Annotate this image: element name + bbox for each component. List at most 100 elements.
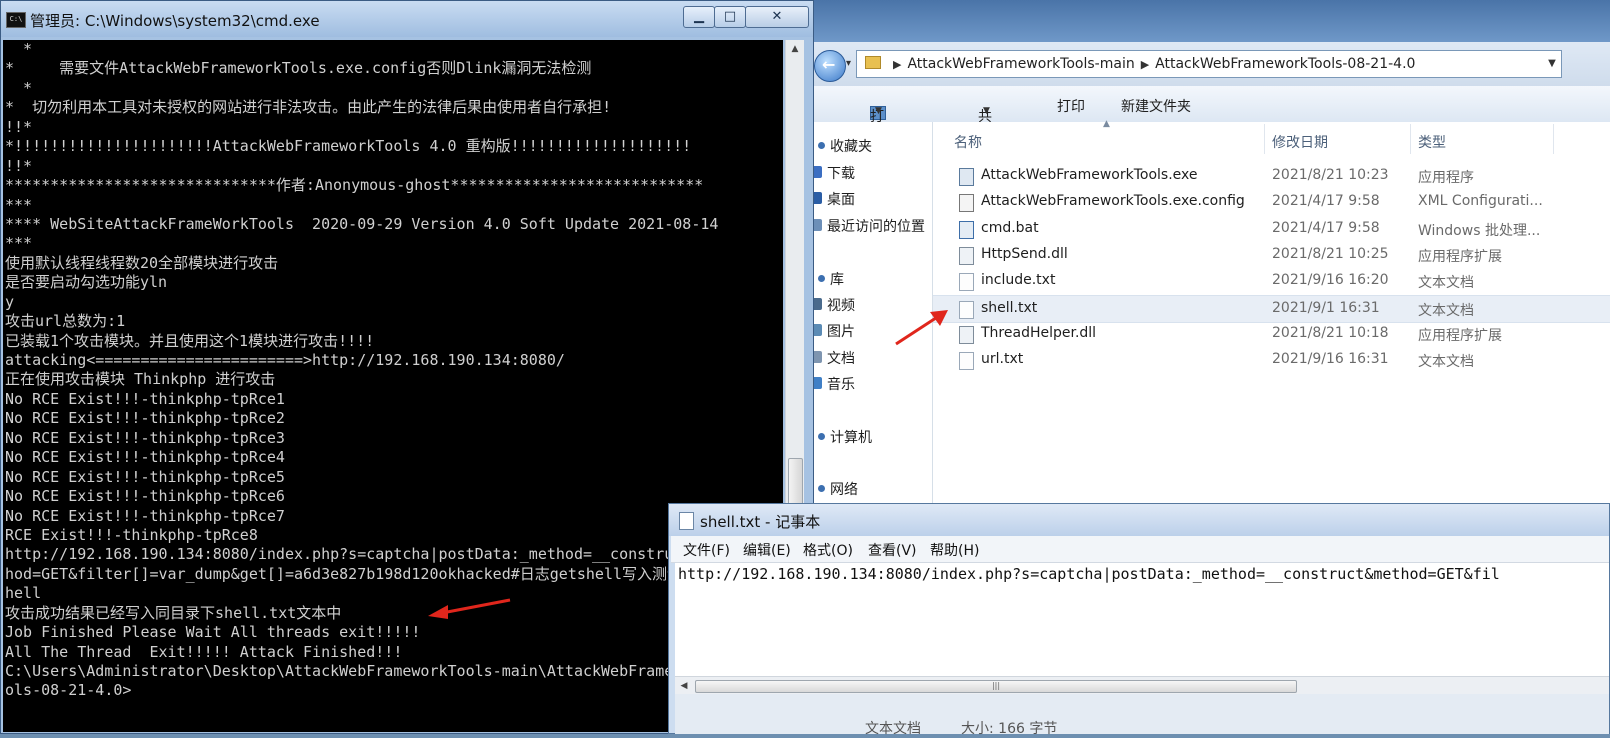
explorer-title-bar <box>812 0 1610 42</box>
column-divider[interactable] <box>1553 124 1554 154</box>
file-row[interactable]: ThreadHelper.dll 2021/8/21 10:18 应用程序扩展 <box>933 321 1610 347</box>
file-row[interactable]: HttpSend.dll 2021/8/21 10:25 应用程序扩展 <box>933 242 1610 268</box>
console-line: ols-08-21-4.0> <box>5 681 132 700</box>
txt-file-icon <box>959 352 974 371</box>
file-row[interactable]: AttackWebFrameworkTools.exe.config 2021/4… <box>933 189 1610 215</box>
address-dropdown-icon[interactable]: ▼ <box>1543 51 1561 77</box>
nav-label: 网络 <box>830 482 858 498</box>
horizontal-scrollbar[interactable]: ◀ ||| <box>675 676 1609 695</box>
scroll-up-icon[interactable]: ▲ <box>786 40 804 58</box>
file-row[interactable]: include.txt 2021/9/16 16:20 文本文档 <box>933 268 1610 294</box>
console-line: * 需要文件AttackWebFrameworkTools.exe.config… <box>5 59 592 78</box>
console-line: 攻击url总数为:1 <box>5 312 126 331</box>
history-dropdown-icon[interactable]: ▾ <box>846 58 851 69</box>
file-date: 2021/4/17 9:58 <box>1272 219 1380 236</box>
column-divider[interactable] <box>1410 124 1411 154</box>
breadcrumb-item[interactable]: AttackWebFrameworkTools-main <box>907 56 1134 72</box>
file-type: Windows 批处理... <box>1418 222 1541 239</box>
expand-bullet-icon <box>818 141 825 149</box>
nav-label: 库 <box>830 272 844 288</box>
file-type: 应用程序扩展 <box>1418 327 1502 344</box>
menu-format[interactable]: 格式(O) <box>803 540 853 560</box>
minimize-button[interactable]: ▁ <box>683 6 715 28</box>
console-line: * <box>5 78 33 97</box>
txt-file-icon <box>959 300 974 319</box>
menu-view[interactable]: 查看(V) <box>868 540 917 560</box>
console-icon: C:\ <box>6 12 26 28</box>
print-button[interactable]: 打印 <box>1057 96 1085 116</box>
console-line: Job Finished Please Wait All threads exi… <box>5 623 421 642</box>
menu-bar: 文件(F) 编辑(E) 格式(O) 查看(V) 帮助(H) <box>671 536 1609 563</box>
console-line: 已装载1个攻击模块。并且使用这个1模块进行攻击!!!! <box>5 331 375 350</box>
file-row[interactable]: shell.txt 2021/9/1 16:31 文本文档 <box>933 294 1610 323</box>
column-divider[interactable] <box>1264 124 1265 154</box>
nav-label: 收藏夹 <box>830 139 872 155</box>
console-line: *** <box>5 234 33 253</box>
nav-libraries[interactable]: 库 <box>818 269 844 289</box>
nav-pictures[interactable]: 图片 <box>812 321 855 341</box>
address-bar[interactable]: ▶ AttackWebFrameworkTools-main ▶ AttackWebF… <box>856 50 1562 78</box>
scrollbar-thumb[interactable]: ||| <box>695 680 1297 693</box>
dll-file-icon <box>959 325 974 344</box>
nav-documents[interactable]: 文档 <box>812 348 855 368</box>
nav-desktop[interactable]: 桌面 <box>812 189 855 209</box>
nav-videos[interactable]: 视频 <box>812 295 855 315</box>
file-name: cmd.bat <box>981 219 1039 236</box>
new-folder-button[interactable]: 新建文件夹 <box>1121 96 1191 116</box>
text-editor[interactable]: http://192.168.190.134:8080/index.php?s=… <box>675 563 1609 676</box>
status-file-type: 文本文档 <box>865 721 921 737</box>
nav-recent[interactable]: 最近访问的位置 <box>812 216 925 236</box>
column-header-name[interactable]: 名称 <box>954 132 982 152</box>
console-line: No RCE Exist!!!-thinkphp-tpRce1 <box>5 389 285 408</box>
file-date: 2021/9/16 16:31 <box>1272 351 1389 368</box>
expand-bullet-icon <box>818 484 825 492</box>
expand-bullet-icon <box>818 432 825 440</box>
nav-downloads[interactable]: 下载 <box>812 163 855 183</box>
console-line: **** WebSiteAttackFrameWorkTools 2020-09… <box>5 214 719 233</box>
maximize-button[interactable]: □ <box>714 6 746 28</box>
file-date: 2021/8/21 10:25 <box>1272 245 1389 262</box>
console-line: 使用默认线程线程数20全部模块进行攻击 <box>5 253 279 272</box>
column-header-date[interactable]: 修改日期 <box>1272 132 1328 152</box>
nav-label: 下载 <box>827 166 855 182</box>
file-row[interactable]: url.txt 2021/9/16 16:31 文本文档 <box>933 347 1610 373</box>
console-line: RCE Exist!!!-thinkphp-tpRce8 <box>5 525 258 544</box>
nav-music[interactable]: 音乐 <box>812 374 855 394</box>
window-title: shell.txt - 记事本 <box>700 513 821 531</box>
console-line: All The Thread Exit!!!!! Attack Finished… <box>5 642 403 661</box>
console-line: 是否要启动勾选功能yln <box>5 273 168 292</box>
file-type: 应用程序 <box>1418 170 1474 186</box>
console-output[interactable]: * * 需要文件AttackWebFrameworkTools.exe.confi… <box>3 40 783 732</box>
menu-edit[interactable]: 编辑(E) <box>743 540 791 560</box>
file-row[interactable]: AttackWebFrameworkTools.exe 2021/8/21 10:… <box>933 163 1610 189</box>
nav-label: 计算机 <box>830 430 872 446</box>
close-button[interactable]: ✕ <box>745 6 809 28</box>
console-line: C:\Users\Administrator\Desktop\AttackWeb… <box>5 662 728 680</box>
breadcrumb-separator-icon: ▶ <box>1140 58 1150 71</box>
nav-favorites[interactable]: 收藏夹 <box>818 136 872 156</box>
file-type: 文本文档 <box>1418 275 1474 292</box>
nav-computer[interactable]: 计算机 <box>818 427 872 447</box>
menu-help[interactable]: 帮助(H) <box>930 540 979 560</box>
breadcrumb-separator-icon: ▶ <box>893 58 902 71</box>
chevron-down-icon: ▼ <box>875 106 882 116</box>
status-bar: 文本文档 大小: 166 字节 <box>675 694 1609 737</box>
file-row[interactable]: cmd.bat 2021/4/17 9:58 Windows 批处理... <box>933 216 1610 242</box>
window-title: 管理员: C:\Windows\system32\cmd.exe <box>30 12 320 30</box>
console-line: No RCE Exist!!!-thinkphp-tpRce3 <box>5 428 285 447</box>
cfg-file-icon <box>959 194 974 213</box>
file-name: include.txt <box>981 272 1056 289</box>
nav-label: 文档 <box>827 351 855 367</box>
nav-label: 桌面 <box>827 192 855 208</box>
console-line: attacking<=======================>http:/… <box>5 351 565 369</box>
nav-label: 音乐 <box>827 377 855 393</box>
console-line: No RCE Exist!!!-thinkphp-tpRce2 <box>5 409 285 428</box>
breadcrumb-item[interactable]: AttackWebFrameworkTools-08-21-4.0 <box>1155 56 1415 72</box>
column-header-type[interactable]: 类型 <box>1418 132 1446 152</box>
menu-file[interactable]: 文件(F) <box>683 540 730 560</box>
explorer-toolbar: 组织▼ 打开▼ 共享▼ 打印 新建文件夹 <box>812 86 1610 145</box>
console-line: hell <box>5 584 42 603</box>
scroll-left-icon[interactable]: ◀ <box>677 679 691 693</box>
nav-network[interactable]: 网络 <box>818 479 858 499</box>
file-type: 文本文档 <box>1418 302 1474 319</box>
